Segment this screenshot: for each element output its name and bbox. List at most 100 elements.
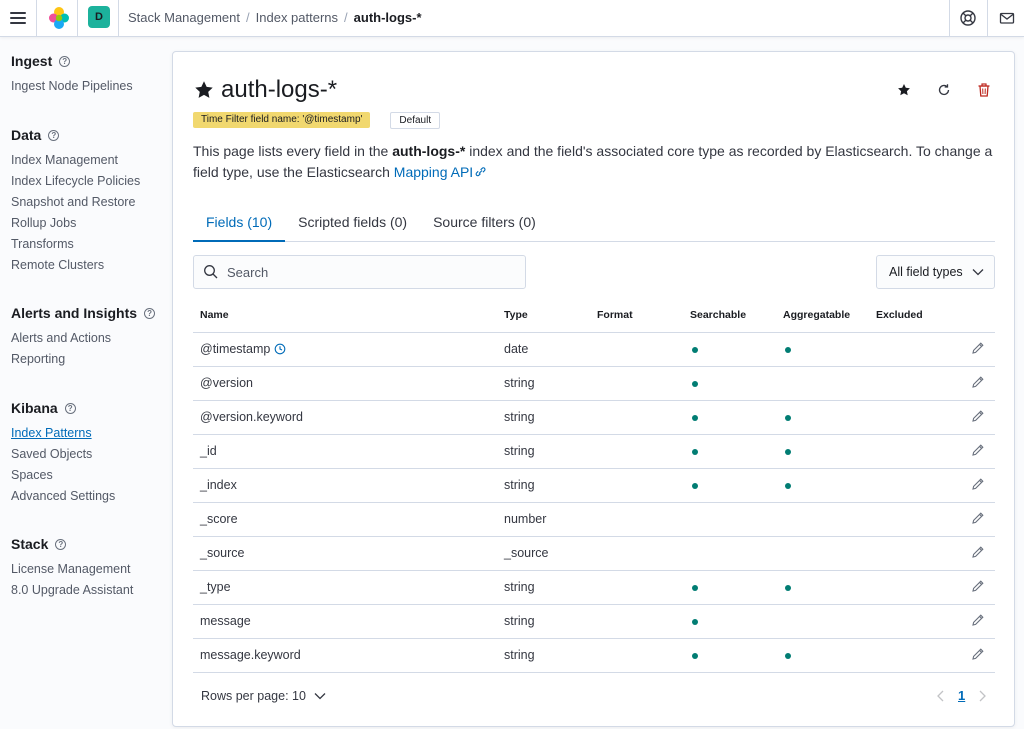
field-name-cell: @version [193,366,497,401]
menu-icon[interactable] [9,9,27,27]
sidebar-item-license-management[interactable]: License Management [11,559,133,580]
column-header-format[interactable]: Format [590,299,683,333]
breadcrumb-separator: / [246,10,250,25]
aggregatable-indicator [785,415,791,421]
chevron-left-icon[interactable] [936,690,946,702]
field-actions-cell [962,638,995,673]
badge-row: Time Filter field name: '@timestamp' Def… [193,112,441,129]
edit-pencil-icon[interactable] [971,477,985,491]
field-name: message [200,614,251,628]
rows-per-page-label: Rows per page: 10 [201,689,306,703]
sidebar-item-remote-clusters[interactable]: Remote Clusters [11,255,140,276]
fields-table: Name Type Format Searchable Aggregatable… [193,299,995,673]
sidebar-item-index-lifecycle-policies[interactable]: Index Lifecycle Policies [11,171,140,192]
delete-trash-icon[interactable] [976,82,992,98]
sidebar-item-upgrade-assistant[interactable]: 8.0 Upgrade Assistant [11,580,133,601]
help-icon[interactable]: ? [64,402,76,414]
field-type-filter-label: All field types [889,265,963,279]
table-row: message.keyword string [193,638,995,673]
chevron-right-icon[interactable] [977,690,987,702]
searchable-indicator [692,653,698,659]
field-actions-cell [962,536,995,571]
refresh-icon[interactable] [936,82,952,98]
field-search-box [193,255,526,289]
edit-pencil-icon[interactable] [971,341,985,355]
tab-scripted-fields[interactable]: Scripted fields (0) [285,209,420,242]
mail-icon[interactable] [998,9,1016,27]
sidebar-item-index-management[interactable]: Index Management [11,150,140,171]
field-excluded-cell [869,502,962,537]
rows-per-page-button[interactable]: Rows per page: 10 [201,689,326,703]
sidebar-item-snapshot-and-restore[interactable]: Snapshot and Restore [11,192,140,213]
sidebar-item-transforms[interactable]: Transforms [11,234,140,255]
sidebar-group-data: Data? Index Management Index Lifecycle P… [11,127,140,276]
field-excluded-cell [869,536,962,571]
field-type-filter[interactable]: All field types [876,255,995,289]
field-name: message.keyword [200,648,301,662]
external-link-icon [475,167,486,177]
mapping-api-link[interactable]: Mapping API [394,164,487,180]
clock-icon [274,343,286,355]
index-pattern-panel: auth-logs-* Time Filter field name: '@ti… [172,51,1015,727]
field-excluded-cell [869,468,962,503]
field-format-cell [590,366,683,401]
field-format-cell [590,400,683,435]
sidebar-item-spaces[interactable]: Spaces [11,465,115,486]
sidebar-item-rollup-jobs[interactable]: Rollup Jobs [11,213,140,234]
help-icon[interactable]: ? [55,538,67,550]
sidebar-item-ingest-node-pipelines[interactable]: Ingest Node Pipelines [11,76,133,97]
field-actions-cell [962,434,995,469]
field-aggregatable-cell [776,400,869,435]
field-aggregatable-cell [776,570,869,605]
column-header-searchable[interactable]: Searchable [683,299,776,333]
field-searchable-cell [683,400,776,435]
header-divider [987,0,988,37]
page-number[interactable]: 1 [958,688,965,703]
field-excluded-cell [869,434,962,469]
space-avatar[interactable]: D [88,6,110,28]
edit-pencil-icon[interactable] [971,511,985,525]
table-row: _index string [193,468,995,503]
column-header-type[interactable]: Type [497,299,590,333]
field-type-cell: string [497,638,590,673]
edit-pencil-icon[interactable] [971,545,985,559]
field-searchable-cell [683,604,776,639]
edit-pencil-icon[interactable] [971,443,985,457]
sidebar-item-advanced-settings[interactable]: Advanced Settings [11,486,115,507]
help-icon[interactable]: ? [144,307,156,319]
sidebar-group-title: Alerts and Insights? [11,305,156,321]
edit-pencil-icon[interactable] [971,375,985,389]
breadcrumb-index-patterns[interactable]: Index patterns [256,10,338,25]
column-header-excluded[interactable]: Excluded [869,299,962,333]
edit-pencil-icon[interactable] [971,409,985,423]
sidebar-item-alerts-and-actions[interactable]: Alerts and Actions [11,328,155,349]
breadcrumb-stack-management[interactable]: Stack Management [128,10,240,25]
field-name-cell: _type [193,570,497,605]
edit-pencil-icon[interactable] [971,613,985,627]
edit-pencil-icon[interactable] [971,647,985,661]
sidebar-item-saved-objects[interactable]: Saved Objects [11,444,115,465]
chevron-down-icon [972,269,984,276]
search-input[interactable] [225,263,515,281]
chevron-down-icon [314,693,326,700]
field-name: @version [200,376,253,390]
field-actions-cell [962,604,995,639]
sidebar-item-reporting[interactable]: Reporting [11,349,155,370]
help-lifebuoy-icon[interactable] [959,9,977,27]
sidebar-item-index-patterns[interactable]: Index Patterns [11,423,115,444]
field-searchable-cell [683,638,776,673]
edit-pencil-icon[interactable] [971,579,985,593]
table-row: _score number [193,502,995,537]
column-header-name[interactable]: Name [193,299,497,333]
sidebar-group-title-text: Ingest [11,53,53,69]
field-name: @timestamp [200,342,271,356]
help-icon[interactable]: ? [59,55,71,67]
tab-fields[interactable]: Fields (10) [193,209,286,242]
column-header-aggregatable[interactable]: Aggregatable [776,299,869,333]
set-default-star-icon[interactable] [896,82,912,98]
help-icon[interactable]: ? [48,129,60,141]
elastic-logo-icon[interactable] [47,6,71,30]
tab-source-filters[interactable]: Source filters (0) [420,209,549,242]
field-format-cell [590,434,683,469]
field-format-cell [590,468,683,503]
